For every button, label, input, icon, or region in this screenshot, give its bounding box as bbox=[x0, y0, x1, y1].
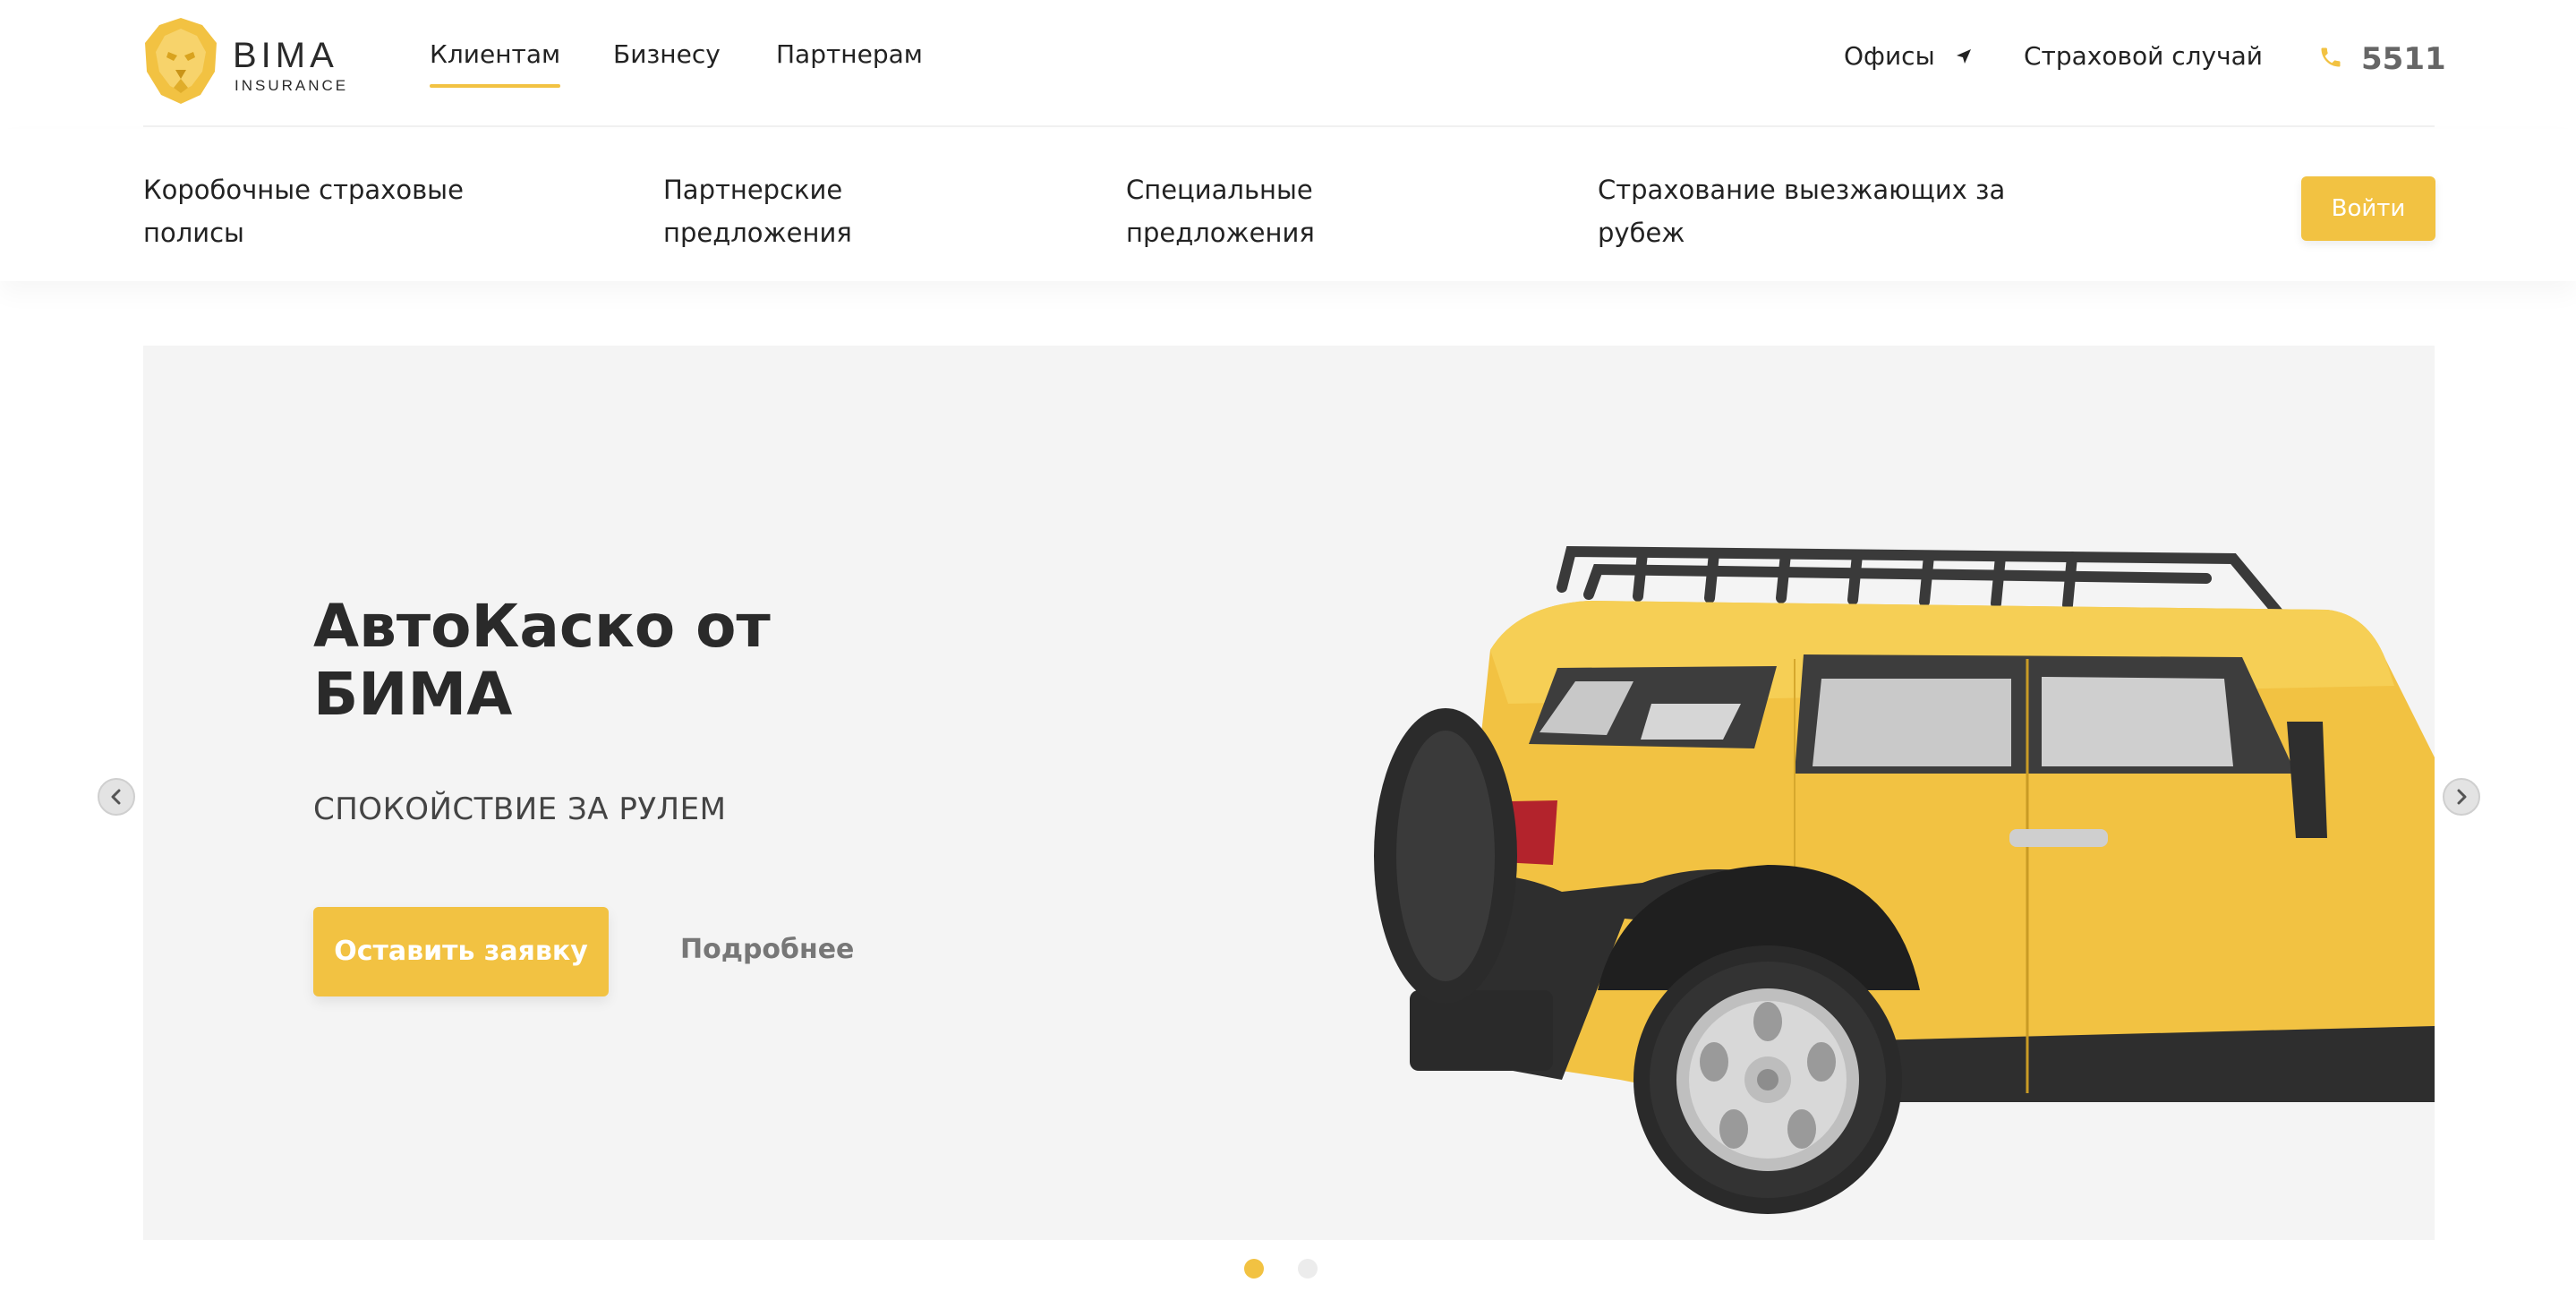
offices-label: Офисы bbox=[1844, 41, 1935, 71]
nav-partners[interactable]: Партнерам bbox=[776, 39, 923, 69]
apply-button[interactable]: Оставить заявку bbox=[313, 907, 609, 996]
slider-dot-1[interactable] bbox=[1244, 1259, 1264, 1279]
brand-name: BIMA bbox=[233, 36, 338, 75]
subnav-box-policies[interactable]: Коробочные страховые полисы bbox=[143, 168, 501, 254]
secondary-nav: Коробочные страховые полисы Партнерские … bbox=[0, 129, 2576, 281]
yellow-suv-image bbox=[1374, 545, 2435, 1214]
nav-clients[interactable]: Клиентам bbox=[430, 39, 561, 88]
more-details-link[interactable]: Подробнее bbox=[680, 934, 854, 965]
slider-next-button[interactable] bbox=[2443, 778, 2480, 816]
brand-logo[interactable]: BIMA INSURANCE bbox=[143, 16, 358, 106]
subnav-special-offers[interactable]: Специальные предложения bbox=[1126, 168, 1395, 254]
hero-slide: АвтоКаско от БИМА СПОКОЙСТВИЕ ЗА РУЛЕМ О… bbox=[143, 346, 2435, 1240]
offices-dropdown[interactable]: Офисы bbox=[1844, 41, 1972, 71]
slider-prev-button[interactable] bbox=[98, 778, 135, 816]
chevron-left-icon bbox=[111, 789, 121, 805]
phone-number: 5511 bbox=[2361, 41, 2446, 77]
location-arrow-icon bbox=[1956, 49, 1971, 64]
slider-dot-2[interactable] bbox=[1298, 1259, 1318, 1279]
login-button[interactable]: Войти bbox=[2301, 176, 2435, 241]
phone-icon bbox=[2321, 47, 2341, 67]
hero-subtitle: СПОКОЙСТВИЕ ЗА РУЛЕМ bbox=[313, 791, 727, 827]
brand-tagline: INSURANCE bbox=[235, 77, 349, 94]
subnav-partner-offers[interactable]: Партнерские предложения bbox=[663, 168, 932, 254]
nav-business[interactable]: Бизнесу bbox=[613, 39, 721, 69]
lion-logo-icon bbox=[145, 18, 217, 104]
slider-pagination bbox=[1244, 1259, 1325, 1279]
chevron-right-icon bbox=[2457, 789, 2467, 805]
nav-insurance-claim[interactable]: Страховой случай bbox=[2024, 41, 2263, 71]
hero-title: АвтоКаско от БИМА bbox=[313, 592, 771, 729]
top-header: BIMA INSURANCE Клиентам Бизнесу Партнера… bbox=[143, 0, 2446, 127]
subnav-travel-insurance[interactable]: Страхование выезжающих за рубеж bbox=[1598, 168, 2009, 254]
